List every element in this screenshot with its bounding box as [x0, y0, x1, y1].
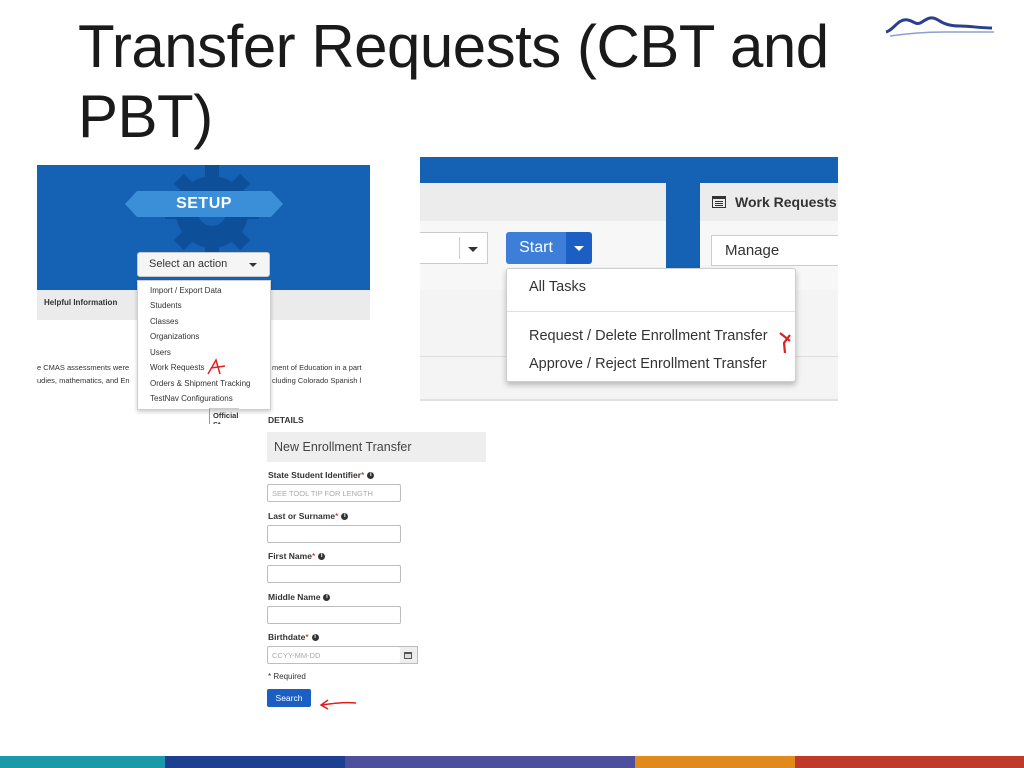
action-menu: Import / Export Data Students Classes Or…: [137, 280, 271, 410]
info-icon[interactable]: i: [367, 472, 375, 480]
start-button[interactable]: Start: [506, 232, 566, 264]
manage-select[interactable]: Manage: [711, 235, 838, 266]
info-icon[interactable]: i: [323, 594, 331, 602]
enrollment-section-title: New Enrollment Transfer: [274, 440, 412, 454]
select-divider: [459, 237, 460, 259]
birthdate-label: Birthdate* i: [268, 632, 319, 642]
start-dropdown-toggle[interactable]: [566, 232, 592, 264]
menu-item-all-tasks[interactable]: All Tasks: [529, 279, 586, 295]
calendar-icon: [404, 652, 412, 659]
official-stats-label: Official St: [209, 408, 239, 424]
info-icon[interactable]: i: [318, 553, 326, 561]
ssid-input[interactable]: SEE TOOL TIP FOR LENGTH: [267, 484, 401, 502]
calendar-button[interactable]: [400, 646, 418, 664]
menu-item-testnav-config[interactable]: TestNav Configurations: [150, 394, 233, 403]
menu-divider: [507, 311, 795, 312]
last-name-label: Last or Surname* i: [268, 511, 349, 521]
select-action-label: Select an action: [149, 258, 228, 270]
mountain-logo-icon: [885, 16, 994, 37]
menu-item-orders-shipment[interactable]: Orders & Shipment Tracking: [150, 379, 250, 388]
menu-item-work-requests[interactable]: Work Requests: [150, 363, 205, 372]
caret-down-icon: [468, 247, 478, 252]
select-action-dropdown[interactable]: Select an action: [137, 252, 270, 277]
divider: [420, 399, 838, 401]
menu-item-students[interactable]: Students: [150, 301, 182, 310]
menu-item-users[interactable]: Users: [150, 348, 171, 357]
task-card-header: [420, 183, 666, 221]
slide-title: Transfer Requests (CBT and PBT): [78, 13, 829, 150]
menu-item-request-delete-transfer[interactable]: Request / Delete Enrollment Transfer: [529, 328, 768, 344]
arrow-left-icon: [319, 699, 357, 710]
start-dropdown-menu: All Tasks Request / Delete Enrollment Tr…: [506, 268, 796, 382]
middle-name-input[interactable]: [267, 606, 401, 624]
menu-item-import-export[interactable]: Import / Export Data: [150, 286, 222, 295]
first-name-label: First Name* i: [268, 551, 326, 561]
intro-text-line: cluding Colorado Spanish l: [272, 376, 362, 385]
info-icon[interactable]: i: [311, 634, 319, 642]
task-select[interactable]: [420, 232, 488, 264]
list-window-icon: [712, 196, 726, 208]
menu-item-organizations[interactable]: Organizations: [150, 332, 199, 341]
menu-item-approve-reject-transfer[interactable]: Approve / Reject Enrollment Transfer: [529, 356, 767, 372]
annotation-mark-icon: [779, 332, 791, 354]
details-heading: DETAILS: [268, 415, 304, 425]
caret-down-icon: [574, 246, 584, 251]
birthdate-input[interactable]: CCYY-MM-DD: [267, 646, 401, 664]
footer-color-bar: [0, 756, 1024, 768]
intro-text-line: e CMAS assessments were: [37, 363, 130, 372]
required-note: * Required: [268, 672, 306, 681]
info-icon[interactable]: i: [341, 513, 349, 521]
search-button[interactable]: Search: [267, 689, 311, 707]
first-name-input[interactable]: [267, 565, 401, 583]
intro-text-line: ment of Education in a part: [272, 363, 362, 372]
last-name-input[interactable]: [267, 525, 401, 543]
ssid-label: State Student Identifier* i: [268, 470, 375, 480]
intro-text-line: udies, mathematics, and En: [37, 376, 130, 385]
setup-banner: SETUP: [125, 191, 283, 217]
helpful-info-label: Helpful Information: [44, 298, 118, 307]
work-requests-title: Work Requests: [735, 194, 837, 210]
annotation-mark-icon: [207, 358, 226, 375]
middle-name-label: Middle Name i: [268, 592, 331, 602]
menu-item-classes[interactable]: Classes: [150, 317, 178, 326]
caret-down-icon: [249, 263, 257, 267]
